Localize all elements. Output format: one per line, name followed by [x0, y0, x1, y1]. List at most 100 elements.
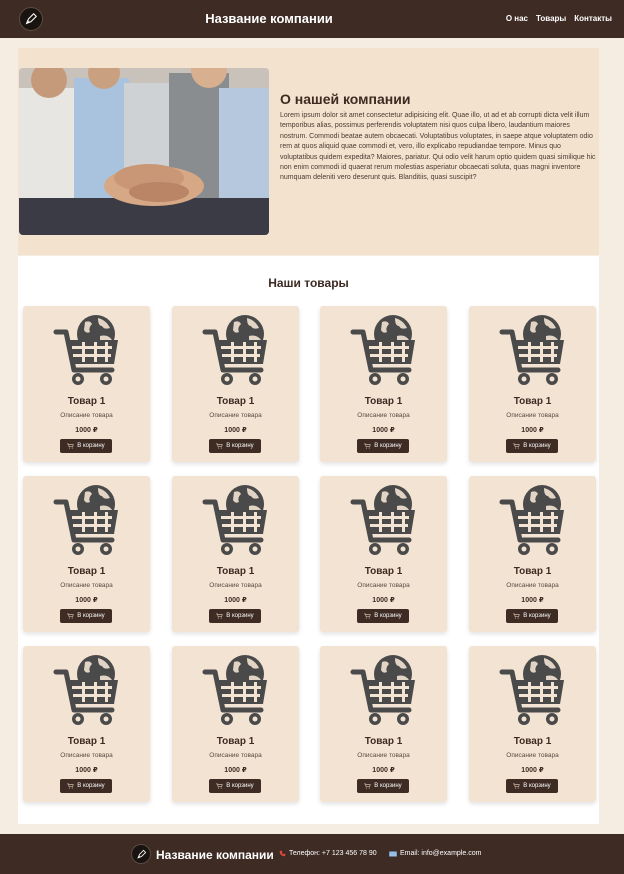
- cart-icon: [513, 443, 521, 449]
- product-card[interactable]: Товар 1 Описание товара 1000 ₽ В корзину: [23, 306, 150, 462]
- site-footer: Название компании Телефон: +7 123 456 78…: [0, 834, 624, 874]
- cart-icon: [67, 443, 75, 449]
- globe-cart-icon: [349, 482, 419, 558]
- product-description: Описание товара: [60, 582, 113, 589]
- site-brand[interactable]: Название компании: [0, 11, 538, 26]
- globe-cart-icon: [201, 652, 271, 728]
- footer-phone-text: Телефон: +7 123 456 78 90: [289, 850, 377, 857]
- add-to-cart-button[interactable]: В корзину: [209, 779, 261, 793]
- cart-icon: [364, 783, 372, 789]
- product-card[interactable]: Товар 1 Описание товара 1000 ₽ В корзину: [320, 476, 447, 632]
- about-title: О нашей компании: [280, 91, 411, 107]
- product-name: Товар 1: [513, 566, 552, 577]
- add-to-cart-button[interactable]: В корзину: [209, 609, 261, 623]
- footer-phone[interactable]: Телефон: +7 123 456 78 90: [279, 850, 377, 857]
- add-to-cart-button[interactable]: В корзину: [209, 439, 261, 453]
- product-name: Товар 1: [364, 736, 403, 747]
- cart-icon: [513, 783, 521, 789]
- add-to-cart-label: В корзину: [523, 443, 551, 449]
- product-price: 1000 ₽: [521, 597, 544, 604]
- product-name: Товар 1: [216, 736, 255, 747]
- product-price: 1000 ₽: [372, 767, 395, 774]
- cart-icon: [67, 613, 75, 619]
- add-to-cart-label: В корзину: [77, 783, 105, 789]
- about-image: [19, 68, 269, 235]
- footer-email-text: Email: info@example.com: [400, 850, 482, 857]
- globe-cart-icon: [498, 482, 568, 558]
- product-description: Описание товара: [357, 412, 410, 419]
- add-to-cart-label: В корзину: [226, 443, 254, 449]
- product-description: Описание товара: [506, 752, 559, 759]
- team-hands-photo: [19, 68, 269, 235]
- add-to-cart-button[interactable]: В корзину: [506, 779, 558, 793]
- product-name: Товар 1: [513, 736, 552, 747]
- product-card[interactable]: Товар 1 Описание товара 1000 ₽ В корзину: [469, 476, 596, 632]
- globe-cart-icon: [349, 652, 419, 728]
- site-header: Название компании О нас Товары Контакты: [0, 0, 624, 38]
- footer-email[interactable]: Email: info@example.com: [389, 850, 481, 857]
- product-description: Описание товара: [506, 582, 559, 589]
- footer-logo[interactable]: [131, 844, 151, 864]
- cart-icon: [364, 443, 372, 449]
- products-section: Наши товары Товар 1 Описание товара 1000…: [18, 256, 599, 824]
- add-to-cart-button[interactable]: В корзину: [506, 439, 558, 453]
- cart-icon: [513, 613, 521, 619]
- add-to-cart-button[interactable]: В корзину: [60, 779, 112, 793]
- products-title: Наши товары: [268, 276, 349, 290]
- product-price: 1000 ₽: [224, 767, 247, 774]
- product-card[interactable]: Товар 1 Описание товара 1000 ₽ В корзину: [172, 476, 299, 632]
- product-description: Описание товара: [357, 752, 410, 759]
- product-name: Товар 1: [364, 396, 403, 407]
- add-to-cart-label: В корзину: [523, 613, 551, 619]
- product-card[interactable]: Товар 1 Описание товара 1000 ₽ В корзину: [469, 646, 596, 802]
- nav-link-products[interactable]: Товары: [536, 14, 566, 23]
- product-card[interactable]: Товар 1 Описание товара 1000 ₽ В корзину: [172, 306, 299, 462]
- add-to-cart-label: В корзину: [77, 613, 105, 619]
- product-name: Товар 1: [67, 396, 106, 407]
- product-card[interactable]: Товар 1 Описание товара 1000 ₽ В корзину: [23, 476, 150, 632]
- product-name: Товар 1: [216, 566, 255, 577]
- envelope-icon: [389, 850, 397, 857]
- product-card[interactable]: Товар 1 Описание товара 1000 ₽ В корзину: [23, 646, 150, 802]
- pen-nib-icon: [136, 849, 146, 859]
- about-section: О нашей компании Lorem ipsum dolor sit a…: [18, 48, 599, 255]
- add-to-cart-button[interactable]: В корзину: [357, 609, 409, 623]
- add-to-cart-button[interactable]: В корзину: [357, 779, 409, 793]
- product-card[interactable]: Товар 1 Описание товара 1000 ₽ В корзину: [172, 646, 299, 802]
- cart-icon: [216, 443, 224, 449]
- globe-cart-icon: [201, 482, 271, 558]
- globe-cart-icon: [201, 312, 271, 388]
- product-price: 1000 ₽: [372, 597, 395, 604]
- product-price: 1000 ₽: [521, 427, 544, 434]
- product-name: Товар 1: [67, 736, 106, 747]
- product-card[interactable]: Товар 1 Описание товара 1000 ₽ В корзину: [320, 306, 447, 462]
- product-price: 1000 ₽: [372, 427, 395, 434]
- product-price: 1000 ₽: [75, 767, 98, 774]
- product-price: 1000 ₽: [521, 767, 544, 774]
- globe-cart-icon: [498, 652, 568, 728]
- nav-link-about[interactable]: О нас: [506, 14, 528, 23]
- product-price: 1000 ₽: [224, 597, 247, 604]
- globe-cart-icon: [52, 652, 122, 728]
- add-to-cart-label: В корзину: [523, 783, 551, 789]
- product-description: Описание товара: [357, 582, 410, 589]
- add-to-cart-button[interactable]: В корзину: [506, 609, 558, 623]
- product-description: Описание товара: [60, 412, 113, 419]
- main-nav: О нас Товары Контакты: [506, 14, 612, 23]
- product-card[interactable]: Товар 1 Описание товара 1000 ₽ В корзину: [469, 306, 596, 462]
- add-to-cart-button[interactable]: В корзину: [60, 609, 112, 623]
- product-price: 1000 ₽: [75, 427, 98, 434]
- add-to-cart-label: В корзину: [374, 443, 402, 449]
- add-to-cart-button[interactable]: В корзину: [60, 439, 112, 453]
- product-description: Описание товара: [209, 582, 262, 589]
- product-name: Товар 1: [513, 396, 552, 407]
- product-card[interactable]: Товар 1 Описание товара 1000 ₽ В корзину: [320, 646, 447, 802]
- add-to-cart-label: В корзину: [374, 783, 402, 789]
- product-description: Описание товара: [209, 412, 262, 419]
- add-to-cart-label: В корзину: [226, 783, 254, 789]
- product-description: Описание товара: [60, 752, 113, 759]
- nav-link-contacts[interactable]: Контакты: [574, 14, 612, 23]
- add-to-cart-button[interactable]: В корзину: [357, 439, 409, 453]
- product-name: Товар 1: [364, 566, 403, 577]
- add-to-cart-label: В корзину: [374, 613, 402, 619]
